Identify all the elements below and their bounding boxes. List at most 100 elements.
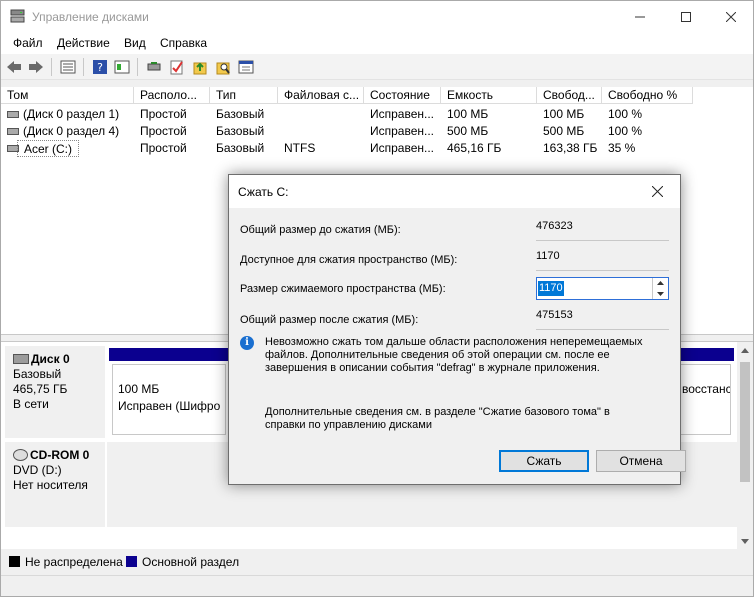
scroll-down-arrow[interactable]	[737, 533, 753, 549]
legend-primary: Основной раздел	[142, 555, 240, 569]
disk-name: CD-ROM 0	[30, 448, 90, 462]
back-button[interactable]	[5, 58, 23, 76]
volume-type: Базовый	[216, 124, 265, 138]
chevron-down-icon	[741, 538, 749, 544]
minimize-button[interactable]	[617, 1, 663, 32]
disk-icon	[13, 354, 29, 364]
volume-name: Acer (C:)	[17, 140, 79, 157]
legend: Не распределена Основной раздел	[1, 551, 753, 573]
help-icon: ?	[93, 60, 107, 74]
menu-help[interactable]: Справка	[160, 36, 207, 50]
help-button[interactable]: ?	[91, 58, 109, 76]
info-icon: i	[240, 336, 254, 350]
total-size-value: 476323	[536, 218, 669, 241]
volume-filesystem	[278, 106, 364, 123]
shrink-amount-input[interactable]: 1170	[538, 281, 564, 296]
unallocated-swatch	[9, 556, 20, 567]
column-header-filesystem[interactable]: Файловая с...	[278, 87, 364, 104]
help-book-button[interactable]	[113, 58, 131, 76]
volume-filesystem	[278, 123, 364, 140]
disk-status: В сети	[13, 397, 49, 411]
table-row[interactable]: (Диск 0 раздел 1) Простой Базовый Исправ…	[1, 106, 753, 123]
help-book-icon	[114, 60, 130, 74]
column-header-status[interactable]: Состояние	[364, 87, 441, 104]
disk-size: 465,75 ГБ	[13, 382, 68, 396]
disk-type: Базовый	[13, 367, 62, 381]
properties-button[interactable]	[237, 58, 255, 76]
volume-list-button[interactable]	[59, 58, 77, 76]
shrink-amount-stepper[interactable]: 1170	[536, 277, 669, 300]
volume-filesystem: NTFS	[284, 141, 316, 155]
spin-down-button[interactable]	[653, 289, 668, 299]
folder-search-icon	[216, 62, 230, 75]
available-space-label: Доступное для сжатия пространство (МБ):	[240, 254, 458, 266]
cdrom-0-label[interactable]: CD-ROM 0 DVD (D:) Нет носителя	[5, 442, 105, 527]
partition-status: Исправен (Шифро	[118, 399, 221, 413]
disk-name: Диск 0	[31, 352, 70, 366]
cd-drive-icon	[13, 449, 28, 461]
cancel-button[interactable]: Отмена	[596, 450, 686, 472]
column-header-volume[interactable]: Том	[1, 87, 134, 104]
maximize-button[interactable]	[663, 1, 709, 32]
table-row[interactable]: (Диск 0 раздел 4) Простой Базовый Исправ…	[1, 123, 753, 140]
volume-status: Исправен...	[370, 107, 435, 121]
partition-1[interactable]: 100 МБ Исправен (Шифро	[109, 348, 229, 438]
volume-status: Исправен...	[370, 141, 435, 155]
connect-icon	[147, 62, 161, 71]
volume-layout: Простой	[140, 107, 187, 121]
info-text: Невозможно сжать том дальше области расп…	[265, 336, 643, 374]
partition-recovery[interactable]: восстанс	[676, 348, 734, 438]
title-bar: Управление дисками	[1, 1, 753, 32]
chevron-up-icon	[741, 347, 749, 353]
folder-up-icon	[193, 62, 207, 75]
dialog-title-bar: Сжать C:	[229, 175, 680, 208]
folder-up-button[interactable]	[191, 58, 209, 76]
checkmark-icon	[170, 60, 183, 75]
column-header-free[interactable]: Свобод...	[537, 87, 602, 104]
disk-management-icon	[10, 9, 25, 23]
available-space-value: 1170	[536, 248, 669, 271]
toolbar: ?	[1, 54, 753, 80]
volume-free-percent: 100 %	[608, 107, 643, 121]
folder-search-button[interactable]	[214, 58, 232, 76]
svg-text:?: ?	[97, 61, 103, 74]
total-size-label: Общий размер до сжатия (МБ):	[240, 224, 401, 236]
shrink-button[interactable]: Сжать	[499, 450, 589, 472]
shrink-amount-label: Размер сжимаемого пространства (МБ):	[240, 283, 446, 295]
volume-free: 500 МБ	[543, 124, 585, 138]
dialog-close-button[interactable]	[634, 175, 680, 208]
close-icon	[651, 186, 663, 197]
volume-layout: Простой	[140, 141, 187, 155]
size-after-value: 475153	[536, 307, 669, 330]
volume-free: 100 МБ	[543, 107, 585, 121]
scroll-up-arrow[interactable]	[737, 342, 753, 358]
column-header-type[interactable]: Тип	[210, 87, 278, 104]
volume-free-percent: 35 %	[608, 141, 636, 155]
volume-layout: Простой	[140, 124, 187, 138]
column-header-free-percent[interactable]: Свободно %	[602, 87, 693, 104]
volume-list-icon	[60, 60, 76, 74]
spin-up-button[interactable]	[653, 278, 668, 288]
volume-type: Базовый	[216, 107, 265, 121]
size-after-label: Общий размер после сжатия (МБ):	[240, 314, 419, 326]
menu-action[interactable]: Действие	[57, 36, 110, 50]
column-header-layout[interactable]: Располо...	[134, 87, 210, 104]
forward-button[interactable]	[27, 58, 45, 76]
disk-view-scrollbar[interactable]	[737, 342, 753, 549]
volume-capacity: 465,16 ГБ	[447, 141, 502, 155]
maximize-icon	[681, 11, 691, 22]
table-row[interactable]: Acer (C:) Простой Базовый NTFS Исправен.…	[1, 140, 753, 157]
menu-file[interactable]: Файл	[13, 36, 43, 50]
connect-button[interactable]	[145, 58, 163, 76]
legend-unallocated: Не распределена	[25, 555, 123, 569]
column-header-capacity[interactable]: Емкость	[441, 87, 537, 104]
close-button[interactable]	[708, 1, 753, 32]
volume-free-percent: 100 %	[608, 124, 643, 138]
status-bar	[1, 575, 753, 596]
primary-partition-swatch	[126, 556, 137, 567]
disk-0-label[interactable]: Диск 0 Базовый 465,75 ГБ В сети	[5, 346, 105, 438]
scrollbar-thumb[interactable]	[740, 362, 750, 482]
help-text: Дополнительные сведения см. в разделе "С…	[265, 406, 610, 431]
check-button[interactable]	[168, 58, 186, 76]
menu-view[interactable]: Вид	[124, 36, 146, 50]
